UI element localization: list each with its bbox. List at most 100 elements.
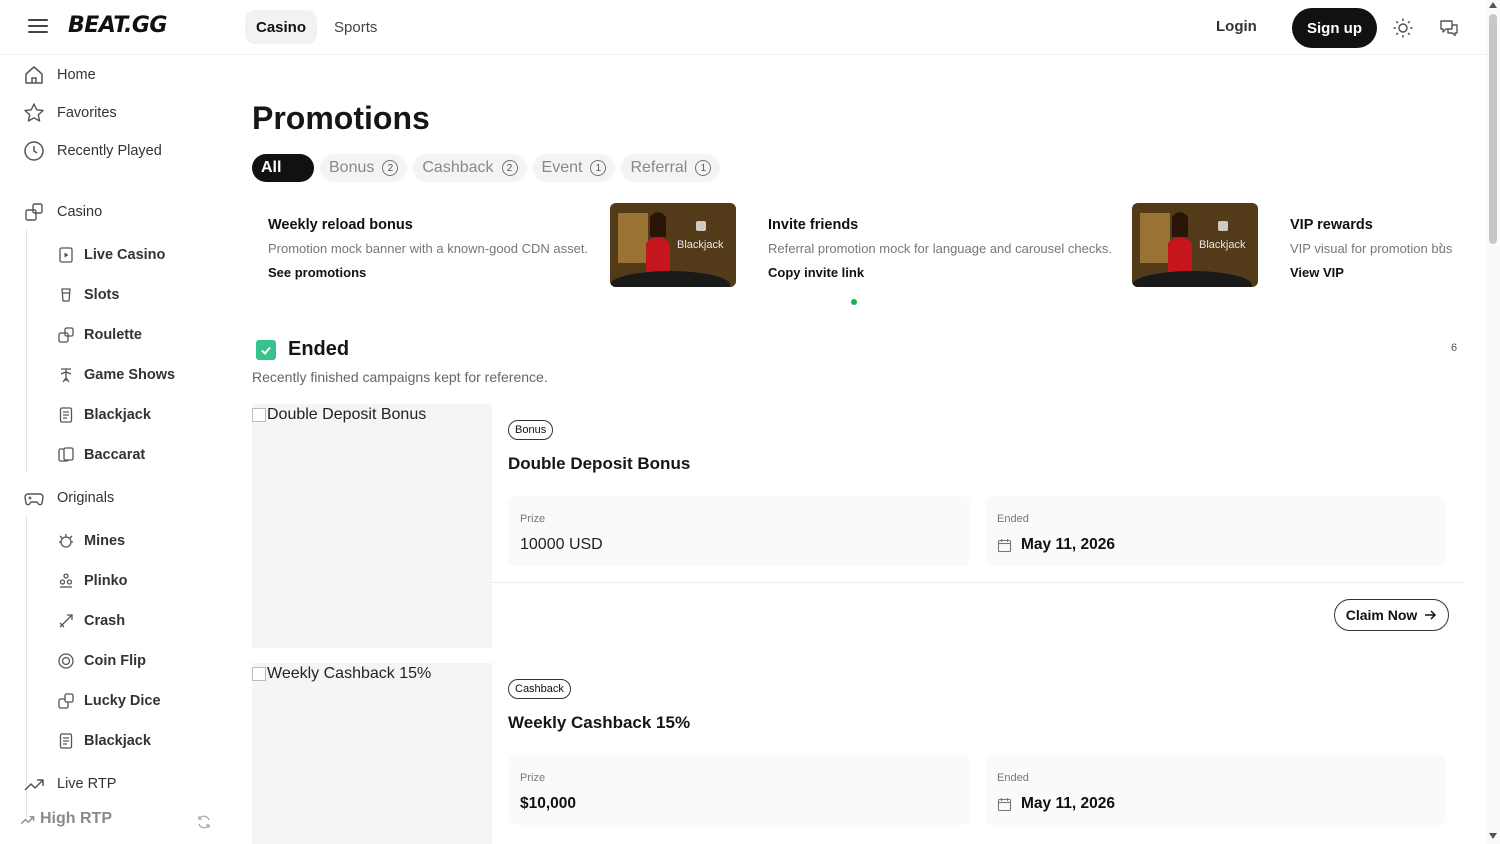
sidebar-item-favorites[interactable]: Favorites [22, 101, 117, 125]
filter-cashback[interactable]: Cashback 2 [413, 154, 527, 182]
tab-sports[interactable]: Sports [323, 10, 388, 44]
section-count: 6 [1451, 342, 1458, 354]
sidebar-item-label: Baccarat [84, 447, 146, 463]
scroll-up-arrow-icon[interactable] [1489, 2, 1497, 8]
menu-icon[interactable] [28, 19, 48, 35]
ended-label: Ended [997, 513, 1029, 525]
refresh-icon[interactable] [196, 814, 212, 830]
sidebar-item-label: Originals [57, 490, 115, 506]
arrow-right-icon [1423, 608, 1437, 622]
promotion-filters: All Bonus 2 Cashback 2 Event 1 Referral 1 [252, 154, 721, 182]
sidebar-item-slots[interactable]: Slots [56, 285, 119, 305]
ended-box: Ended May 11, 2026 [985, 755, 1446, 825]
sidebar-item-game-shows[interactable]: Game Shows [56, 365, 175, 385]
filter-count: 2 [382, 160, 399, 176]
sidebar-item-casino[interactable]: Casino [22, 200, 102, 224]
card-divider [492, 582, 1465, 583]
promo-slide[interactable]: Weekly reload bonus Promotion mock banne… [252, 203, 742, 287]
filter-label: Event [541, 159, 583, 176]
sidebar-item-live-casino[interactable]: Live Casino [56, 245, 165, 265]
logo[interactable]: BEAT.GG [68, 13, 167, 38]
filter-bonus[interactable]: Bonus 2 [320, 154, 408, 182]
baccarat-icon [56, 445, 76, 465]
filter-count: 1 [590, 160, 607, 176]
carousel-dot-active[interactable] [851, 299, 857, 305]
ended-label: Ended [997, 772, 1029, 784]
clock-icon [22, 139, 46, 163]
sun-icon[interactable] [1392, 17, 1414, 39]
sidebar-item-baccarat[interactable]: Baccarat [56, 445, 145, 465]
login-button[interactable]: Login [1216, 18, 1257, 35]
promo-link[interactable]: Copy invite link [768, 265, 864, 280]
promo-description: VIP visual for promotion bus [1290, 241, 1453, 256]
tab-casino[interactable]: Casino [245, 10, 318, 44]
promo-carousel[interactable]: Weekly reload bonus Promotion mock banne… [252, 203, 1474, 293]
card-title: Weekly Cashback 15% [508, 713, 691, 732]
home-icon [22, 63, 46, 87]
sidebar-item-roulette[interactable]: Roulette [56, 325, 142, 345]
card-icon [56, 405, 76, 425]
casino-tree-line [26, 230, 27, 472]
filter-event[interactable]: Event 1 [532, 154, 616, 182]
scroll-down-arrow-icon[interactable] [1489, 833, 1497, 839]
sidebar-item-label: Coin Flip [84, 653, 147, 669]
sidebar-item-home[interactable]: Home [22, 63, 96, 87]
trending-up-icon [20, 812, 35, 827]
top-tabs: Casino Sports [245, 10, 388, 44]
star-icon [22, 101, 46, 125]
card-title: Double Deposit Bonus [508, 454, 691, 473]
high-rtp-label: High RTP [40, 810, 112, 827]
ended-box: Ended May 11, 2026 [985, 496, 1446, 566]
sidebar-item-label: Crash [84, 613, 126, 629]
calendar-icon [997, 538, 1012, 553]
high-rtp-header[interactable]: High RTP [20, 810, 112, 828]
sidebar-item-originals[interactable]: Originals [22, 486, 114, 510]
category-badge: Cashback [508, 679, 571, 699]
promo-slide[interactable]: Invite friends Referral promotion mock f… [752, 203, 1262, 287]
signup-button[interactable]: Sign up [1292, 8, 1377, 48]
sidebar-item-label: Mines [84, 533, 126, 549]
sidebar-item-label: Plinko [84, 573, 128, 589]
sidebar-item-lucky-dice[interactable]: Lucky Dice [56, 691, 161, 711]
filter-referral[interactable]: Referral 1 [621, 154, 721, 182]
broken-image-icon [252, 667, 266, 681]
sidebar-item-live-rtp[interactable]: Live RTP [22, 772, 116, 796]
scroll-thumb[interactable] [1489, 14, 1497, 244]
promo-image: Blackjack [1132, 203, 1258, 287]
checkbox-icon [256, 340, 276, 360]
claim-now-button[interactable]: Claim Now [1334, 599, 1449, 631]
carousel-next-icon[interactable]: › [1439, 237, 1443, 252]
sidebar-item-crash[interactable]: Crash [56, 611, 125, 631]
promo-link[interactable]: See promotions [268, 265, 366, 280]
sidebar-item-blackjack[interactable]: Blackjack [56, 405, 151, 425]
promo-description: Promotion mock banner with a known-good … [268, 241, 589, 256]
promo-image-label: Blackjack [677, 239, 724, 251]
coin-icon [56, 651, 76, 671]
sidebar-item-label: Recently Played [57, 143, 162, 159]
sidebar-item-recently-played[interactable]: Recently Played [22, 139, 162, 163]
sidebar-item-label: Roulette [84, 327, 142, 343]
page-scrollbar[interactable] [1486, 0, 1500, 844]
section-title: Ended [288, 338, 350, 360]
promo-title: VIP rewards [1290, 217, 1373, 233]
promotion-image: Double Deposit Bonus [252, 404, 492, 648]
image-alt-text: Double Deposit Bonus [252, 406, 426, 424]
sidebar-item-plinko[interactable]: Plinko [56, 571, 128, 591]
slots-icon [56, 285, 76, 305]
promo-image-label: Blackjack [1199, 239, 1246, 251]
sidebar-item-label: Blackjack [84, 407, 151, 423]
calendar-icon [997, 797, 1012, 812]
ended-date-value: May 11, 2026 [1021, 536, 1115, 553]
sidebar-item-coin-flip[interactable]: Coin Flip [56, 651, 146, 671]
promo-slide[interactable]: VIP rewards VIP visual for promotion bus… [1274, 203, 1474, 287]
chat-icon[interactable] [1438, 17, 1460, 39]
filter-all[interactable]: All [252, 154, 314, 182]
sidebar-item-mines[interactable]: Mines [56, 531, 125, 551]
plinko-icon [56, 571, 76, 591]
rocket-icon [56, 611, 76, 631]
promo-title: Weekly reload bonus [268, 217, 413, 233]
sidebar-item-label: Favorites [57, 105, 117, 121]
gamepad-icon [22, 486, 46, 510]
promo-link[interactable]: View VIP [1290, 265, 1344, 280]
sidebar-item-blackjack-original[interactable]: Blackjack [56, 731, 151, 751]
